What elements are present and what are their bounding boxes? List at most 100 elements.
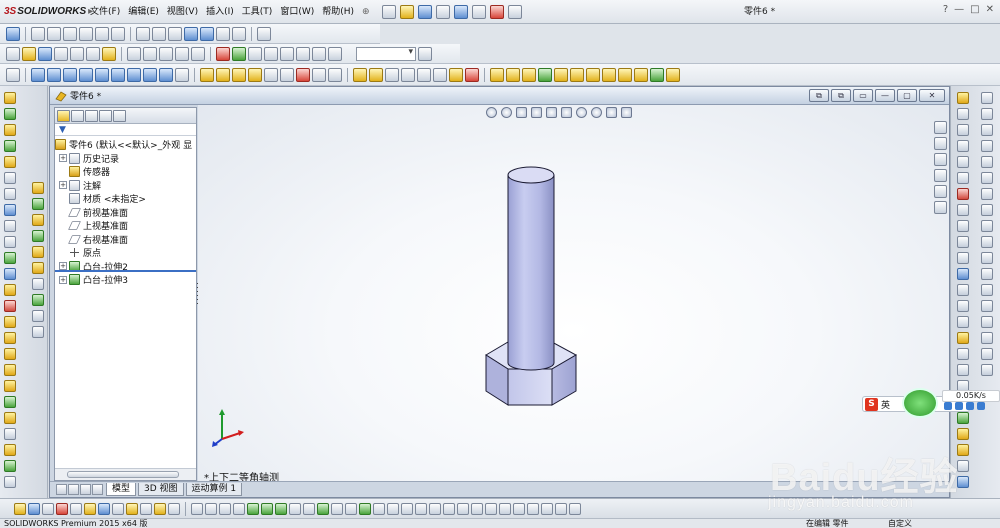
right2-tool-5-icon[interactable] — [981, 156, 993, 168]
tab-last-icon[interactable] — [92, 484, 103, 495]
shaded-icon[interactable] — [200, 26, 214, 41]
tool-a-icon[interactable] — [490, 67, 504, 82]
display-tool-1-icon[interactable] — [248, 46, 262, 61]
doc-maximize-button[interactable]: ▢ — [897, 89, 917, 102]
display-tool-4-icon[interactable] — [296, 46, 310, 61]
right2-tool-17-icon[interactable] — [981, 348, 993, 360]
ime-language[interactable]: 英 — [881, 398, 890, 411]
single-view-button[interactable]: ▭ — [853, 89, 873, 102]
view-front-icon[interactable] — [31, 67, 45, 82]
bottom-tool-20-icon[interactable] — [289, 502, 301, 515]
left-tool-19-icon[interactable] — [4, 380, 16, 392]
bottom-tool-37-icon[interactable] — [527, 502, 539, 515]
minimize-button[interactable]: — — [954, 4, 964, 15]
tool-f-icon[interactable] — [570, 67, 584, 82]
right2-tool-13-icon[interactable] — [981, 284, 993, 296]
left2-tool-7-icon[interactable] — [32, 278, 44, 290]
right-tool-7-icon[interactable] — [957, 188, 969, 200]
tree-item-top-plane[interactable]: 上视基准面 — [55, 219, 196, 233]
solidworks-resources-tab[interactable] — [934, 121, 947, 134]
zoom-to-fit-icon[interactable] — [486, 107, 497, 118]
bottom-tool-34-icon[interactable] — [485, 502, 497, 515]
tool-j-icon[interactable] — [634, 67, 648, 82]
right2-tool-7-icon[interactable] — [981, 188, 993, 200]
tree-horizontal-scrollbar[interactable] — [55, 468, 196, 480]
bottom-tool-1-icon[interactable] — [14, 502, 26, 515]
left2-tool-2-icon[interactable] — [32, 198, 44, 210]
undo-small-icon[interactable] — [70, 46, 84, 61]
left-tool-18-icon[interactable] — [4, 364, 16, 376]
display-tool-6-icon[interactable] — [328, 46, 342, 61]
feature-tool-13-icon[interactable] — [401, 67, 415, 82]
select-icon[interactable] — [86, 46, 100, 61]
configuration-select[interactable] — [356, 46, 416, 61]
right2-tool-9-icon[interactable] — [981, 220, 993, 232]
tool-k-icon[interactable] — [650, 67, 664, 82]
right2-tool-8-icon[interactable] — [981, 204, 993, 216]
feature-tool-17-icon[interactable] — [465, 67, 479, 82]
left-tool-11-icon[interactable] — [4, 252, 16, 264]
print-small-icon[interactable] — [54, 46, 68, 61]
menu-view[interactable]: 视图(V) — [163, 0, 202, 24]
tab-prev-icon[interactable] — [68, 484, 79, 495]
feature-tool-8-icon[interactable] — [312, 67, 326, 82]
tool-h-icon[interactable] — [602, 67, 616, 82]
tool-d-icon[interactable] — [538, 67, 552, 82]
tree-item-right-plane[interactable]: 右视基准面 — [55, 233, 196, 247]
bottom-tool-24-icon[interactable] — [345, 502, 357, 515]
left-tool-21-icon[interactable] — [4, 412, 16, 424]
sketch-icon[interactable] — [6, 67, 20, 82]
bottom-tool-21-icon[interactable] — [303, 502, 315, 515]
bottom-tool-14-icon[interactable] — [205, 502, 217, 515]
filter-icon[interactable]: ▼ — [59, 125, 66, 135]
tree-item-origin[interactable]: 原点 — [55, 246, 196, 260]
tool-l-icon[interactable] — [666, 67, 680, 82]
bottom-tool-35-icon[interactable] — [499, 502, 511, 515]
bottom-tool-32-icon[interactable] — [457, 502, 469, 515]
right2-tool-16-icon[interactable] — [981, 332, 993, 344]
display-tool-2-icon[interactable] — [264, 46, 278, 61]
menu-tools[interactable]: 工具(T) — [238, 0, 277, 24]
status-units[interactable]: 自定义 — [888, 519, 912, 528]
tree-item-history[interactable]: + 历史记录 — [55, 152, 196, 166]
bottom-tool-4-icon[interactable] — [56, 502, 68, 515]
ime-tool-4-icon[interactable] — [977, 402, 985, 410]
left-tool-25-icon[interactable] — [4, 476, 16, 488]
feature-tool-11-icon[interactable] — [369, 67, 383, 82]
view-dimetric-icon[interactable] — [159, 67, 173, 82]
right-tool-4-icon[interactable] — [957, 140, 969, 152]
tile-vertical-button[interactable]: ⧉ — [831, 89, 851, 102]
tree-root-part[interactable]: 零件6 (默认<<默认>_外观 显 — [55, 138, 196, 152]
tree-filter[interactable]: ▼ — [55, 124, 196, 136]
rotate-view-icon[interactable] — [95, 26, 109, 41]
right2-tool-15-icon[interactable] — [981, 316, 993, 328]
feature-tool-5-icon[interactable] — [264, 67, 278, 82]
bottom-tool-18-icon[interactable] — [261, 502, 273, 515]
bottom-tool-15-icon[interactable] — [219, 502, 231, 515]
feature-tool-12-icon[interactable] — [385, 67, 399, 82]
dimxpert-manager-tab[interactable] — [99, 109, 112, 122]
expand-icon[interactable]: + — [59, 154, 67, 163]
left2-tool-8-icon[interactable] — [32, 294, 44, 306]
left-tool-13-icon[interactable] — [4, 284, 16, 296]
help-icon[interactable]: ? — [943, 4, 948, 15]
right-tool-12-icon[interactable] — [957, 268, 969, 280]
feature-tool-16-icon[interactable] — [449, 67, 463, 82]
right2-tool-11-icon[interactable] — [981, 252, 993, 264]
left-tool-1-icon[interactable] — [4, 92, 16, 104]
tile-horizontal-button[interactable]: ⧉ — [809, 89, 829, 102]
tree-item-front-plane[interactable]: 前视基准面 — [55, 206, 196, 220]
display-manager-tab[interactable] — [113, 109, 126, 122]
new-document-icon[interactable] — [381, 4, 396, 19]
bottom-tool-23-icon[interactable] — [331, 502, 343, 515]
feature-tool-6-icon[interactable] — [280, 67, 294, 82]
bottom-tool-26-icon[interactable] — [373, 502, 385, 515]
zoom-to-area-icon[interactable] — [501, 107, 512, 118]
doc-close-button[interactable]: ✕ — [919, 89, 945, 102]
left-tool-3-icon[interactable] — [4, 124, 16, 136]
bottom-tool-33-icon[interactable] — [471, 502, 483, 515]
feature-tool-10-icon[interactable] — [353, 67, 367, 82]
scene-icon[interactable] — [232, 46, 246, 61]
bottom-tool-31-icon[interactable] — [443, 502, 455, 515]
right-tool-9-icon[interactable] — [957, 220, 969, 232]
